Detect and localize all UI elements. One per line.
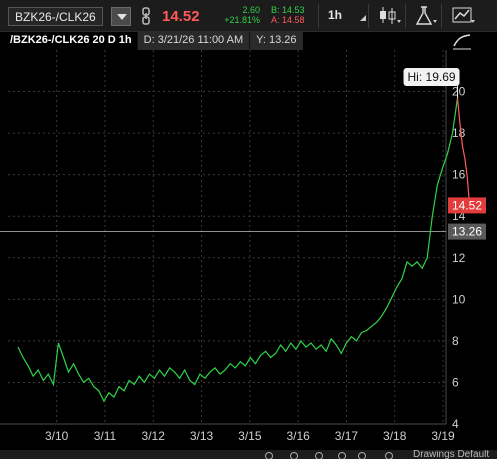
- y-tick-label: 18: [452, 126, 466, 140]
- bottom-toolbar: Drawings Default: [0, 450, 497, 459]
- toolbar-divider: [368, 4, 369, 28]
- zoom-out-icon[interactable]: [265, 452, 273, 459]
- x-tick-label: 3/13: [190, 429, 214, 443]
- link-icon[interactable]: [140, 6, 152, 26]
- timeframe-select[interactable]: 1h: [328, 8, 366, 22]
- pan-icon[interactable]: [338, 452, 346, 459]
- x-axis: 3/10 3/11 3/12 3/13 3/15 3/16 3/17 3/18 3/19: [45, 429, 455, 443]
- price-series: [17, 97, 471, 403]
- price-line-up: [17, 97, 459, 403]
- y-tick-label: 4: [452, 417, 459, 431]
- crosshair-badge: 13.26: [448, 223, 486, 240]
- bid-price: B: 14.53: [271, 5, 305, 15]
- x-tick-label: 3/16: [286, 429, 310, 443]
- y-tick-label: 10: [452, 292, 466, 306]
- y-tick-label: 12: [452, 251, 466, 265]
- toolbar-divider: [441, 4, 442, 28]
- y-axis: 468101214161820: [452, 85, 466, 431]
- candlestick-style-icon[interactable]: [377, 5, 401, 27]
- y-tick-label: 6: [452, 375, 459, 389]
- toolbar-divider: [318, 4, 319, 28]
- x-tick-label: 3/19: [431, 429, 455, 443]
- x-tick-label: 3/11: [94, 429, 117, 443]
- price-line-down: [456, 97, 471, 206]
- crosshair-badge-text: 13.26: [452, 225, 482, 239]
- timeframe-corner-icon: [360, 15, 366, 21]
- last-price-badge: 14.52: [448, 197, 486, 214]
- studies-flask-icon[interactable]: [413, 5, 437, 27]
- x-tick-label: 3/15: [238, 429, 262, 443]
- y-tick-label: 16: [452, 168, 466, 182]
- x-tick-label: 3/10: [45, 429, 69, 443]
- top-toolbar: BZK26-/CLK26 14.52 2.60 +21.81% B: 14.53…: [0, 0, 497, 32]
- y-tick-label: 8: [452, 334, 459, 348]
- net-change: 2.60: [242, 5, 260, 15]
- x-tick-label: 3/17: [335, 429, 359, 443]
- settings-icon[interactable]: [385, 452, 393, 459]
- symbol-input[interactable]: BZK26-/CLK26: [8, 7, 103, 26]
- symbol-dropdown-button[interactable]: [111, 7, 131, 26]
- percent-change: +21.81%: [224, 15, 260, 25]
- zoom-in-icon[interactable]: [290, 452, 298, 459]
- drawing-tools-icon[interactable]: [451, 5, 475, 27]
- last-price: 14.52: [162, 8, 200, 25]
- price-chart[interactable]: 3/10 3/11 3/12 3/13 3/15 3/16 3/17 3/18 3/19 4 6 8…: [0, 32, 497, 450]
- toolbar-divider: [405, 4, 406, 28]
- last-price-badge-text: 14.52: [452, 198, 482, 212]
- y-tick-label: 20: [452, 85, 466, 99]
- high-label: Hi: 19.69: [408, 70, 456, 84]
- drawing-set-label[interactable]: Drawings Default: [413, 450, 489, 459]
- bid-ask: B: 14.53 A: 14.58: [271, 5, 305, 25]
- x-tick-label: 3/12: [142, 429, 166, 443]
- ask-price: A: 14.58: [271, 15, 305, 25]
- change-block: 2.60 +21.81%: [214, 5, 260, 25]
- expand-icon[interactable]: [358, 452, 366, 459]
- crosshair-icon[interactable]: [315, 452, 323, 459]
- timeframe-label: 1h: [328, 8, 343, 22]
- x-tick-label: 3/18: [383, 429, 407, 443]
